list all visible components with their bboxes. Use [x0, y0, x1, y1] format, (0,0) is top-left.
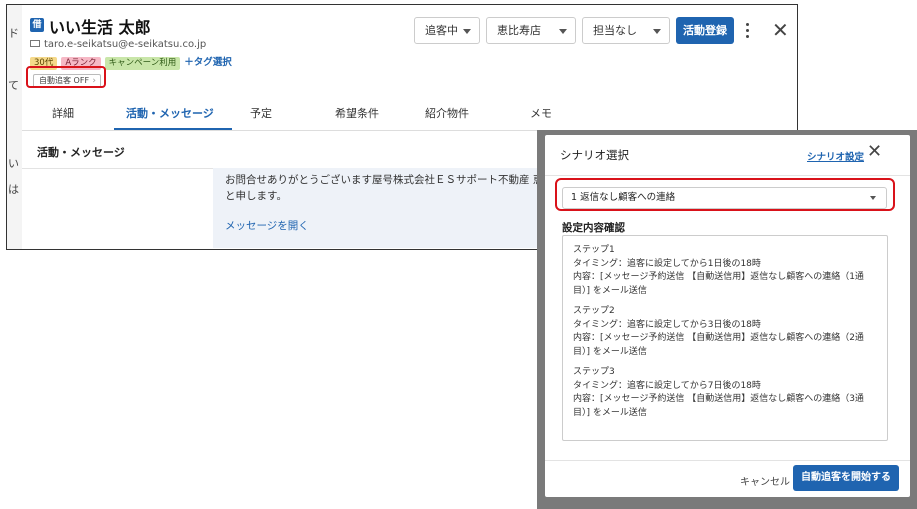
tab-memo[interactable]: メモ — [530, 105, 552, 121]
confirm-label: 設定内容確認 — [562, 222, 625, 234]
email-text: taro.e-seikatsu@e-seikatsu.co.jp — [44, 39, 207, 50]
scenario-modal: シナリオ選択 シナリオ設定 ✕ 1 返信なし顧客への連絡 設定内容確認 ステップ… — [545, 135, 910, 497]
highlight-ring — [555, 178, 895, 211]
step-timing: タイミング：追客に設定してから1日後の18時 — [573, 258, 761, 269]
tab-preferences[interactable]: 希望条件 — [335, 105, 379, 121]
step-summary: ステップ1 タイミング：追客に設定してから1日後の18時 内容：[メッセージ予約… — [562, 235, 888, 441]
assignee-select-value: 担当なし — [593, 24, 637, 37]
strip-char: は — [8, 183, 19, 196]
section-title: 活動・メッセージ — [37, 146, 125, 159]
step-name: ステップ2 — [573, 306, 615, 316]
more-options-icon[interactable] — [740, 17, 756, 44]
step-item: ステップ1 タイミング：追客に設定してから1日後の18時 内容：[メッセージ予約… — [573, 244, 877, 298]
tab-properties[interactable]: 紹介物件 — [425, 105, 469, 121]
step-timing: タイミング：追客に設定してから7日後の18時 — [573, 380, 761, 391]
tab-details[interactable]: 詳細 — [52, 105, 74, 121]
add-tag-link[interactable]: ＋タグ選択 — [184, 57, 232, 70]
scenario-settings-link[interactable]: シナリオ設定 — [807, 149, 864, 163]
close-icon[interactable]: ✕ — [762, 17, 789, 44]
header-controls: 追客中 恵比寿店 担当なし 活動登録 ✕ — [414, 17, 789, 44]
highlight-ring — [26, 66, 106, 88]
customer-email: taro.e-seikatsu@e-seikatsu.co.jp — [30, 39, 206, 50]
close-icon[interactable]: ✕ — [867, 141, 882, 162]
strip-char: い — [8, 157, 19, 170]
rental-badge-icon: 借 — [30, 18, 44, 32]
message-preview: お問合せありがとうございます屋号株式会社ＥＳサポート不動産 恵 と申します。 — [225, 172, 555, 204]
divider — [545, 460, 910, 461]
caret-down-icon — [653, 29, 661, 34]
message-line: と申します。 — [225, 190, 287, 202]
step-item: ステップ2 タイミング：追客に設定してから3日後の18時 内容：[メッセージ予約… — [573, 305, 877, 359]
step-content: 目）] をメール送信 — [573, 407, 647, 418]
modal-title: シナリオ選択 — [560, 148, 629, 162]
step-content: 内容：[メッセージ予約送信 【自動送信用】返信なし顧客への連絡（2通 — [573, 333, 864, 343]
strip-char: て — [8, 79, 19, 92]
start-auto-follow-button[interactable]: 自動追客を開始する — [793, 465, 899, 491]
assignee-select[interactable]: 担当なし — [582, 17, 670, 44]
strip-char: ド — [8, 27, 19, 40]
status-select-value: 追客中 — [425, 24, 458, 37]
background-strip: ド て い は — [7, 5, 22, 249]
step-content: 内容：[メッセージ予約送信 【自動送信用】返信なし顧客への連絡（3通 — [573, 394, 864, 404]
step-content: 目）] をメール送信 — [573, 346, 647, 357]
step-timing: タイミング：追客に設定してから3日後の18時 — [573, 319, 761, 330]
step-name: ステップ3 — [573, 367, 615, 377]
customer-name: いい生活 太郎 — [49, 18, 151, 37]
caret-down-icon — [463, 29, 471, 34]
message-card: お問合せありがとうございます屋号株式会社ＥＳサポート不動産 恵 と申します。 メ… — [213, 168, 553, 248]
caret-down-icon — [559, 29, 567, 34]
step-content: 内容：[メッセージ予約送信 【自動送信用】返信なし顧客への連絡（1通 — [573, 272, 864, 282]
status-select[interactable]: 追客中 — [414, 17, 480, 44]
store-select-value: 恵比寿店 — [497, 24, 541, 37]
cancel-button[interactable]: キャンセル — [740, 473, 790, 488]
tab-schedule[interactable]: 予定 — [250, 105, 272, 121]
register-activity-button[interactable]: 活動登録 — [676, 17, 734, 44]
divider — [545, 175, 910, 176]
tab-activity-messages[interactable]: 活動・メッセージ — [126, 105, 214, 121]
tag-campaign[interactable]: キャンペーン利用 — [104, 57, 181, 70]
tab-bar: 詳細 活動・メッセージ 予定 希望条件 紹介物件 メモ — [22, 99, 797, 131]
step-item: ステップ3 タイミング：追客に設定してから7日後の18時 内容：[メッセージ予約… — [573, 366, 877, 420]
open-message-link[interactable]: メッセージを開く — [225, 218, 309, 233]
step-name: ステップ1 — [573, 245, 615, 255]
active-tab-indicator — [114, 128, 232, 130]
mail-icon — [30, 40, 40, 47]
store-select[interactable]: 恵比寿店 — [486, 17, 576, 44]
message-line: お問合せありがとうございます屋号株式会社ＥＳサポート不動産 恵 — [225, 174, 544, 186]
step-content: 目）] をメール送信 — [573, 285, 647, 296]
